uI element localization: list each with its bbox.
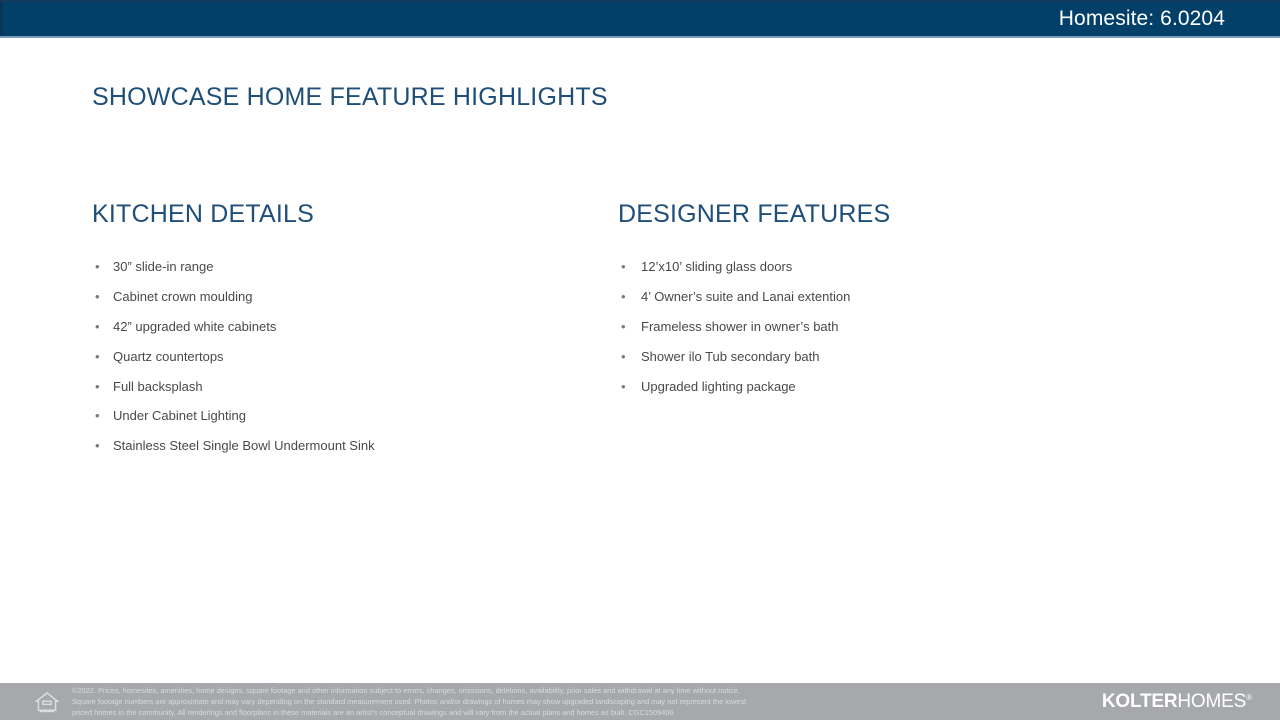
bullet-icon: • [621,288,626,304]
list-item-label: Under Cabinet Lighting [113,408,246,424]
logo-kolter-text: KOLTER [1101,690,1178,712]
designer-features-column: DESIGNER FEATURES • 12’x10’ sliding glas… [618,200,1158,468]
list-item: • Stainless Steel Single Bowl Undermount… [92,438,612,454]
list-item: • Under Cabinet Lighting [92,408,612,424]
list-item: • Quartz countertops [92,349,612,365]
list-item: • Upgraded lighting package [618,379,1158,395]
list-item: • Cabinet crown moulding [92,289,612,305]
kitchen-details-list: • 30” slide-in range • Cabinet crown mou… [92,259,612,454]
kitchen-details-column: KITCHEN DETAILS • 30” slide-in range • C… [92,200,612,468]
page-title: SHOWCASE HOME FEATURE HIGHLIGHTS [92,83,608,111]
equal-housing-opportunity-icon [35,691,59,712]
list-item: • Frameless shower in owner’s bath [618,319,1158,335]
list-item-label: Shower ilo Tub secondary bath [641,348,820,364]
disclaimer-line-3: priced homes in the community. All rende… [72,708,674,718]
designer-features-heading: DESIGNER FEATURES [618,200,891,228]
registered-trademark-icon: ® [1246,692,1252,702]
disclaimer-line-1: ©2022. Prices, homesites, amenities, hom… [72,685,740,695]
list-item: • Full backsplash [92,379,612,395]
disclaimer-line-2: Square footage numbers are approximate a… [72,696,747,706]
footer-bar: ©2022. Prices, homesites, amenities, hom… [0,683,1280,720]
bullet-icon: • [95,408,100,424]
bullet-icon: • [621,348,626,364]
slide-root: Homesite: 6.0204 SHOWCASE HOME FEATURE H… [0,0,1280,720]
bullet-icon: • [95,318,100,334]
bullet-icon: • [621,259,626,274]
list-item: • 12’x10’ sliding glass doors [618,259,1158,275]
feature-columns: KITCHEN DETAILS • 30” slide-in range • C… [0,200,1280,468]
list-item: • 4’ Owner’s suite and Lanai extention [618,289,1158,305]
list-item-label: 12’x10’ sliding glass doors [641,259,793,274]
bullet-icon: • [95,259,100,274]
list-item-label: 4’ Owner’s suite and Lanai extention [641,288,851,304]
homesite-label: Homesite: 6.0204 [1058,7,1225,30]
bullet-icon: • [621,318,626,334]
list-item: • 30” slide-in range [92,259,612,275]
list-item-label: 30” slide-in range [113,259,214,274]
bullet-icon: • [95,288,100,304]
footer-disclaimer: ©2022. Prices, homesites, amenities, hom… [72,685,746,719]
list-item: • Shower ilo Tub secondary bath [618,349,1158,365]
list-item: • 42” upgraded white cabinets [92,319,612,335]
list-item-label: Full backsplash [113,378,203,394]
list-item-label: 42” upgraded white cabinets [113,318,277,334]
bullet-icon: • [95,378,100,394]
kolter-homes-logo: KOLTER HOMES ® [1102,691,1252,713]
kitchen-details-heading: KITCHEN DETAILS [92,200,315,228]
list-item-label: Cabinet crown moulding [113,288,253,304]
header-bar: Homesite: 6.0204 [0,0,1280,38]
designer-features-list: • 12’x10’ sliding glass doors • 4’ Owner… [618,259,1158,394]
list-item-label: Frameless shower in owner’s bath [641,318,839,334]
bullet-icon: • [95,438,100,454]
bullet-icon: • [95,348,100,364]
list-item-label: Upgraded lighting package [641,378,796,394]
list-item-label: Quartz countertops [113,348,224,364]
bullet-icon: • [621,378,626,394]
logo-homes-text: HOMES [1177,690,1247,712]
list-item-label: Stainless Steel Single Bowl Undermount S… [113,438,375,454]
